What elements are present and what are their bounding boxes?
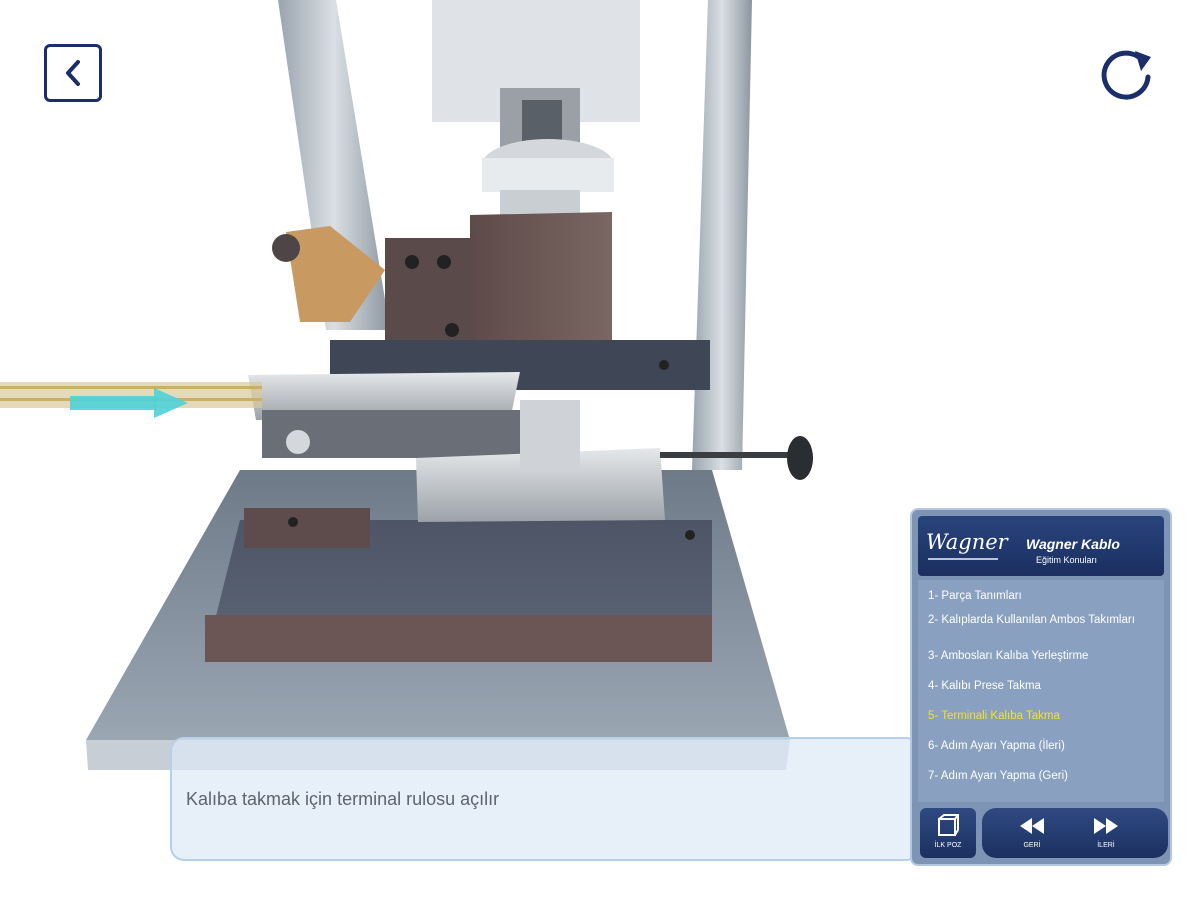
- brand-subtitle: Eğitim Konuları: [1036, 555, 1098, 565]
- forward-step-label: İLERİ: [1097, 842, 1115, 849]
- back-step-label: GERİ: [1023, 842, 1041, 849]
- fast-forward-icon: [1094, 818, 1118, 834]
- cube-icon: [938, 814, 959, 836]
- menu-header: Wagner Wagner Kablo Eğitim Konuları: [918, 516, 1164, 576]
- topic-item-4[interactable]: 4- Kalıbı Prese Takma: [928, 680, 1158, 692]
- caption-box: Kalıba takmak için terminal rulosu açılı…: [170, 737, 920, 861]
- topic-item-3[interactable]: 3- Ambosları Kalıba Yerleştirme: [928, 650, 1158, 662]
- topic-list: 1- Parça Tanımları 2- Kalıplarda Kullanı…: [918, 580, 1164, 802]
- first-position-label: İLK POZ: [934, 842, 962, 849]
- topic-item-6[interactable]: 6- Adım Ayarı Yapma (İleri): [928, 740, 1158, 752]
- topic-item-7[interactable]: 7- Adım Ayarı Yapma (Geri): [928, 770, 1158, 782]
- rewind-icon: [1020, 818, 1044, 834]
- back-step-button[interactable]: GERİ: [1002, 808, 1062, 858]
- topic-item-2[interactable]: 2- Kalıplarda Kullanılan Ambos Takımları: [928, 614, 1158, 626]
- wagner-logo: Wagner: [926, 530, 1008, 554]
- playback-controls: İLK POZ GERİ İLERİ: [916, 806, 1168, 862]
- logo-underline: [928, 558, 998, 560]
- brand-title: Wagner Kablo: [1026, 536, 1120, 552]
- topic-item-5[interactable]: 5- Terminali Kalıba Takma: [928, 710, 1158, 722]
- caption-text: Kalıba takmak için terminal rulosu açılı…: [186, 789, 500, 809]
- back-button[interactable]: [44, 44, 102, 102]
- forward-step-button[interactable]: İLERİ: [1076, 808, 1136, 858]
- first-position-button[interactable]: İLK POZ: [920, 808, 976, 858]
- chevron-left-icon: [66, 60, 80, 86]
- topic-item-1[interactable]: 1- Parça Tanımları: [928, 590, 1158, 602]
- step-buttons: GERİ İLERİ: [982, 808, 1168, 858]
- reload-button[interactable]: [1096, 46, 1156, 106]
- lesson-menu-panel: Wagner Wagner Kablo Eğitim Konuları 1- P…: [910, 508, 1172, 866]
- refresh-icon: [1101, 50, 1151, 100]
